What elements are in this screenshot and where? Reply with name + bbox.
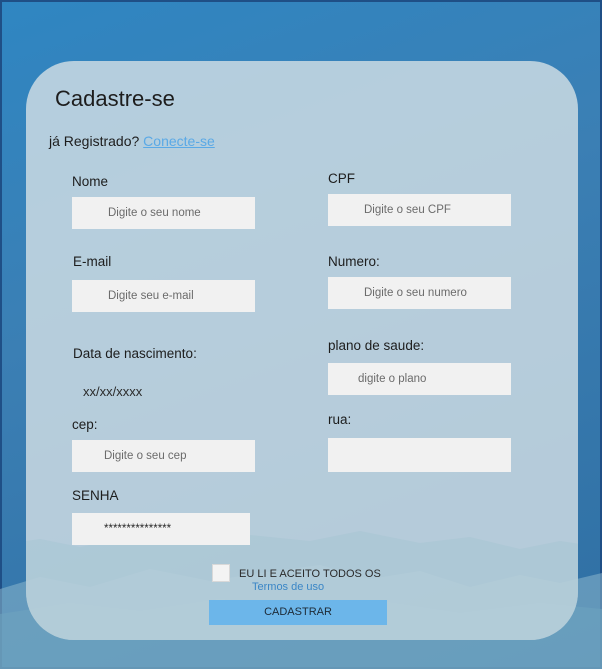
senha-label: SENHA xyxy=(72,488,119,503)
rua-label: rua: xyxy=(328,412,352,427)
page-title: Cadastre-se xyxy=(55,86,175,111)
plano-input[interactable]: digite o plano xyxy=(328,363,511,395)
register-card: Cadastre-se já Registrado? Conecte-se No… xyxy=(26,61,578,640)
cep-label: cep: xyxy=(72,417,98,432)
plano-label: plano de saude: xyxy=(328,338,425,353)
senha-input[interactable]: *************** xyxy=(72,513,250,545)
accept-terms-checkbox[interactable] xyxy=(212,564,230,582)
already-registered-text: já Registrado? Conecte-se xyxy=(49,133,215,149)
email-input[interactable]: Digite seu e-mail xyxy=(72,280,255,312)
rua-input[interactable] xyxy=(328,438,511,472)
cpf-label: CPF xyxy=(328,171,355,186)
accept-terms-text: EU LI E ACEITO TODOS OS xyxy=(239,568,381,580)
nascimento-label: Data de nascimento: xyxy=(73,346,197,361)
cpf-input[interactable]: Digite o seu CPF xyxy=(328,194,511,226)
already-registered-label: já Registrado? xyxy=(49,133,140,149)
nascimento-input[interactable]: xx/xx/xxxx xyxy=(83,384,142,399)
login-link[interactable]: Conecte-se xyxy=(143,133,215,149)
cep-input[interactable]: Digite o seu cep xyxy=(72,440,255,472)
numero-input[interactable]: Digite o seu numero xyxy=(328,277,511,309)
numero-label: Numero: xyxy=(328,254,380,269)
nome-label: Nome xyxy=(72,174,109,189)
terms-link[interactable]: Termos de uso xyxy=(252,581,324,593)
email-label: E-mail xyxy=(73,254,112,269)
submit-button[interactable]: CADASTRAR xyxy=(209,600,387,625)
nome-input[interactable]: Digite o seu nome xyxy=(72,197,255,229)
